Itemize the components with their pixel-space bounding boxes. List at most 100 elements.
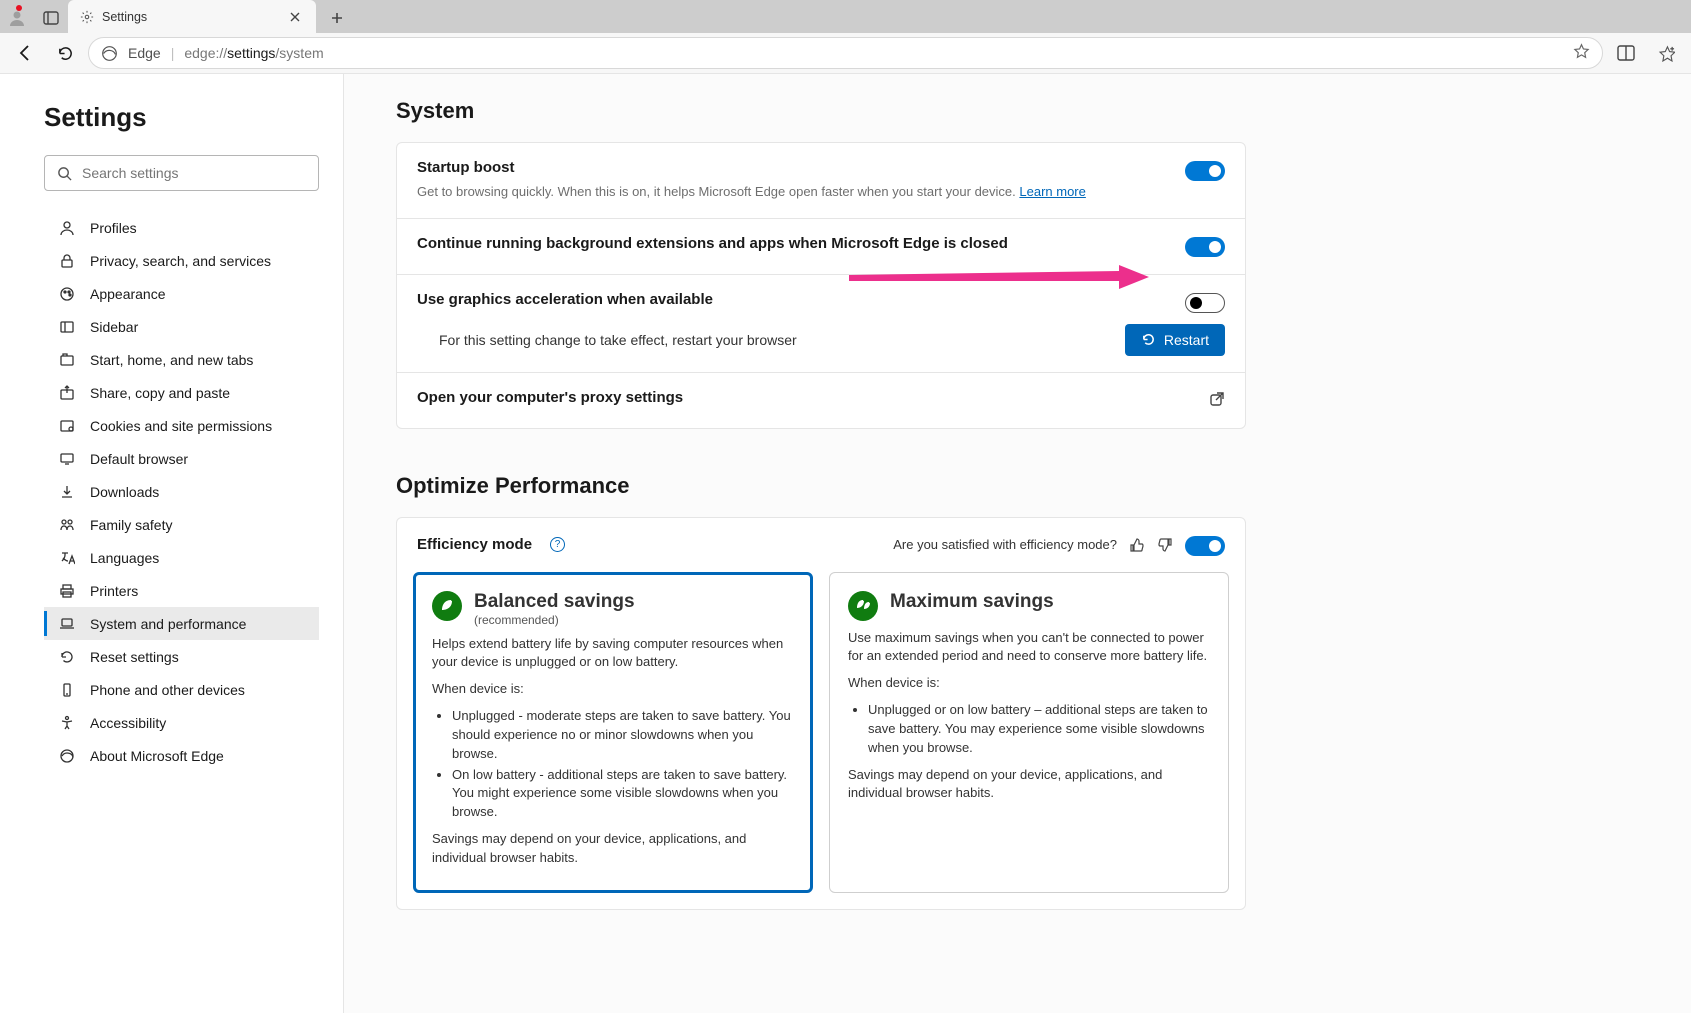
- close-tab-button[interactable]: [284, 6, 306, 28]
- laptop-icon: [58, 616, 76, 632]
- sidebar-item-label: Accessibility: [90, 715, 166, 731]
- sidebar-item-label: Phone and other devices: [90, 682, 245, 698]
- efficiency-options: Balanced savings (recommended) Helps ext…: [397, 572, 1245, 909]
- brush-icon: [58, 286, 76, 302]
- browser-tab[interactable]: Settings: [68, 0, 316, 33]
- sidebar-item-privacy-search-and-services[interactable]: Privacy, search, and services: [44, 244, 319, 277]
- restart-button[interactable]: Restart: [1125, 324, 1225, 356]
- close-icon: [290, 12, 300, 22]
- startup-boost-toggle[interactable]: [1185, 161, 1225, 181]
- settings-content: Settings Profiles Privacy, search, and se…: [0, 74, 1691, 1013]
- sidebar-item-sidebar[interactable]: Sidebar: [44, 310, 319, 343]
- sidebar-item-printers[interactable]: Printers: [44, 574, 319, 607]
- sidebar-item-family-safety[interactable]: Family safety: [44, 508, 319, 541]
- sidebar-item-default-browser[interactable]: Default browser: [44, 442, 319, 475]
- sidebar-item-label: Appearance: [90, 286, 166, 302]
- maximum-when: When device is:: [848, 674, 1210, 693]
- gpu-restart-note: For this setting change to take effect, …: [439, 332, 1125, 348]
- tab-actions-button[interactable]: [34, 3, 68, 33]
- sidebar-item-label: Start, home, and new tabs: [90, 352, 253, 368]
- efficiency-mode-toggle[interactable]: [1185, 536, 1225, 556]
- sidebar-item-profiles[interactable]: Profiles: [44, 211, 319, 244]
- sidebar-item-label: Reset settings: [90, 649, 179, 665]
- sidebar-item-cookies-and-site-permissions[interactable]: Cookies and site permissions: [44, 409, 319, 442]
- system-section-heading: System: [396, 98, 1246, 124]
- proxy-row[interactable]: Open your computer's proxy settings: [397, 372, 1245, 428]
- refresh-icon: [57, 45, 74, 62]
- sidebar-item-label: Default browser: [90, 451, 188, 467]
- profile-button[interactable]: [2, 3, 32, 33]
- collections-button[interactable]: [1649, 36, 1683, 70]
- sidebar-item-system-and-performance[interactable]: System and performance: [44, 607, 319, 640]
- maximum-bullets: Unplugged or on low battery – additional…: [848, 701, 1210, 758]
- sidebar-item-about-microsoft-edge[interactable]: About Microsoft Edge: [44, 739, 319, 772]
- thumbs-up-button[interactable]: [1129, 537, 1145, 553]
- startup-boost-title: Startup boost: [417, 159, 1185, 176]
- address-bar[interactable]: Edge | edge://settings/system: [88, 37, 1603, 69]
- sidebar-item-phone-and-other-devices[interactable]: Phone and other devices: [44, 673, 319, 706]
- lock-icon: [58, 253, 76, 269]
- toolbar: Edge | edge://settings/system: [0, 33, 1691, 74]
- sidebar-item-label: System and performance: [90, 616, 246, 632]
- person-icon: [58, 220, 76, 236]
- maximum-desc: Use maximum savings when you can't be co…: [848, 629, 1210, 667]
- sidebar-item-label: Languages: [90, 550, 159, 566]
- sidebar-item-accessibility[interactable]: Accessibility: [44, 706, 319, 739]
- search-settings-box[interactable]: [44, 155, 319, 191]
- background-apps-title: Continue running background extensions a…: [417, 235, 1185, 252]
- balanced-footer: Savings may depend on your device, appli…: [432, 830, 794, 868]
- startup-boost-desc: Get to browsing quickly. When this is on…: [417, 182, 1185, 202]
- sidebar-item-start-home-and-new-tabs[interactable]: Start, home, and new tabs: [44, 343, 319, 376]
- sidebar-item-label: Downloads: [90, 484, 159, 500]
- sidebar-item-languages[interactable]: Languages: [44, 541, 319, 574]
- balanced-savings-card[interactable]: Balanced savings (recommended) Helps ext…: [413, 572, 813, 893]
- balanced-recommended: (recommended): [474, 613, 635, 627]
- gpu-accel-row: Use graphics acceleration when available: [397, 274, 1245, 324]
- split-screen-button[interactable]: [1609, 36, 1643, 70]
- gear-icon: [80, 10, 94, 24]
- leaves-icon: [848, 591, 878, 621]
- gpu-accel-toggle[interactable]: [1185, 293, 1225, 313]
- new-tab-button[interactable]: [322, 3, 352, 33]
- printer-icon: [58, 583, 76, 599]
- background-apps-row: Continue running background extensions a…: [397, 218, 1245, 274]
- balanced-when: When device is:: [432, 680, 794, 699]
- tabs-icon: [58, 352, 76, 368]
- back-button[interactable]: [8, 36, 42, 70]
- phone-icon: [58, 682, 76, 698]
- maximum-footer: Savings may depend on your device, appli…: [848, 766, 1210, 804]
- accessibility-icon: [58, 715, 76, 731]
- maximum-savings-card[interactable]: Maximum savings Use maximum savings when…: [829, 572, 1229, 893]
- refresh-button[interactable]: [48, 36, 82, 70]
- sidebar-item-label: Profiles: [90, 220, 137, 236]
- edge-logo-icon: [101, 45, 118, 62]
- balanced-title: Balanced savings: [474, 591, 635, 613]
- person-icon: [7, 8, 27, 28]
- search-settings-input[interactable]: [82, 165, 306, 181]
- split-screen-icon: [1617, 45, 1635, 61]
- learn-more-link[interactable]: Learn more: [1019, 184, 1085, 199]
- collections-icon: [1658, 45, 1675, 62]
- sidebar-item-label: Printers: [90, 583, 138, 599]
- help-icon[interactable]: ?: [550, 537, 565, 552]
- system-card: Startup boost Get to browsing quickly. W…: [396, 142, 1246, 429]
- notification-dot-icon: [16, 5, 22, 11]
- startup-boost-row: Startup boost Get to browsing quickly. W…: [397, 143, 1245, 218]
- sidebar-item-reset-settings[interactable]: Reset settings: [44, 640, 319, 673]
- star-icon: [1573, 43, 1590, 60]
- thumbs-down-button[interactable]: [1157, 537, 1173, 553]
- sidebar-item-share-copy-and-paste[interactable]: Share, copy and paste: [44, 376, 319, 409]
- performance-section-heading: Optimize Performance: [396, 473, 1246, 499]
- sidebar-item-downloads[interactable]: Downloads: [44, 475, 319, 508]
- tab-strip: Settings: [0, 0, 1691, 33]
- sidebar-item-appearance[interactable]: Appearance: [44, 277, 319, 310]
- cookie-icon: [58, 418, 76, 434]
- background-apps-toggle[interactable]: [1185, 237, 1225, 257]
- efficiency-mode-row: Efficiency mode ? Are you satisfied with…: [397, 518, 1245, 572]
- gpu-restart-subrow: For this setting change to take effect, …: [397, 324, 1245, 372]
- balanced-desc: Helps extend battery life by saving comp…: [432, 635, 794, 673]
- balanced-bullets: Unplugged - moderate steps are taken to …: [432, 707, 794, 822]
- sidebar-heading: Settings: [44, 102, 319, 133]
- favorite-button[interactable]: [1573, 43, 1590, 63]
- maximum-title: Maximum savings: [890, 591, 1054, 613]
